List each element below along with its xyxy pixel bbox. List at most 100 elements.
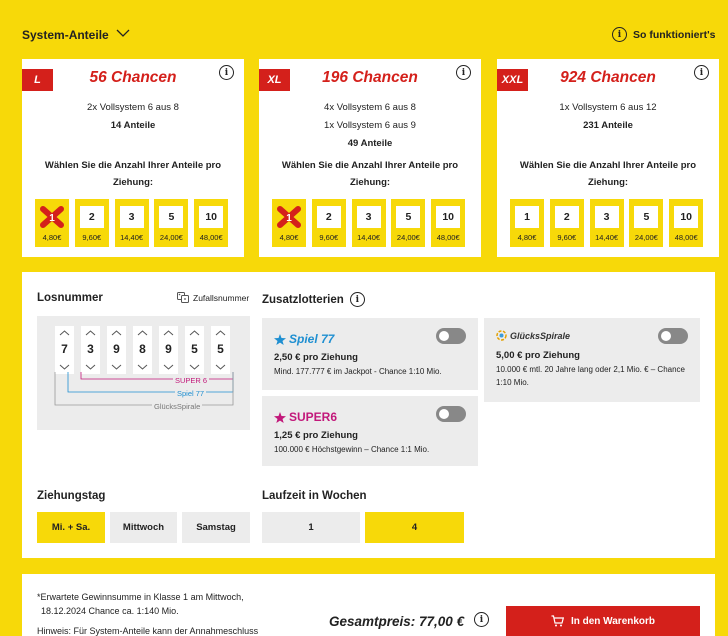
share-option-2[interactable]: 2 9,60€ xyxy=(311,199,346,247)
share-price: 9,60€ xyxy=(319,233,339,242)
share-option-5[interactable]: 5 24,00€ xyxy=(154,199,189,247)
selected-cross-icon: 1 xyxy=(277,206,301,228)
laufzeit-title: Laufzeit in Wochen xyxy=(262,490,367,502)
shares-total: 14 Anteile xyxy=(110,120,156,131)
share-option-10[interactable]: 10 48,00€ xyxy=(431,199,466,247)
share-count: 10 xyxy=(674,206,699,228)
info-icon: i xyxy=(612,27,627,42)
share-count: 3 xyxy=(594,206,619,228)
draw-day-saturday[interactable]: Samstag xyxy=(182,512,250,543)
system-card-l[interactable]: L 56 Chancen i 2x Vollsystem 6 aus 8 14 … xyxy=(22,59,244,257)
share-option-1[interactable]: 1 4,80€ xyxy=(272,199,306,247)
super6-price: 1,25 € pro Ziehung xyxy=(274,430,358,441)
share-price: 4,80€ xyxy=(279,233,299,242)
shares-total: 231 Anteile xyxy=(583,120,633,131)
dice-icon xyxy=(177,292,189,303)
random-number-button[interactable]: Zufallsnummer xyxy=(177,292,249,303)
system-card-xxl[interactable]: XXL 924 Chancen i 1x Vollsystem 6 aus 12… xyxy=(497,59,719,257)
hint-text: Hinweis: Für System-Anteile kann der Ann… xyxy=(37,626,259,636)
chevron-down-icon[interactable] xyxy=(116,29,130,37)
share-count: 5 xyxy=(396,206,421,228)
share-option-10[interactable]: 10 48,00€ xyxy=(669,199,704,247)
share-price: 24,00€ xyxy=(634,233,658,242)
gluecksspirale-price: 5,00 € pro Ziehung xyxy=(496,350,580,361)
gluecksspirale-toggle[interactable] xyxy=(658,328,688,344)
share-option-3[interactable]: 3 14,40€ xyxy=(351,199,386,247)
star-icon xyxy=(274,411,286,423)
draw-day-wednesday[interactable]: Mittwoch xyxy=(110,512,177,543)
lottery-gluecksspirale[interactable]: GlücksSpirale 5,00 € pro Ziehung 10.000 … xyxy=(484,318,700,402)
share-option-5[interactable]: 5 24,00€ xyxy=(629,199,664,247)
info-icon[interactable]: i xyxy=(349,292,365,307)
footnote-line: *Erwartete Gewinnsumme in Klasse 1 am Mi… xyxy=(37,592,244,602)
info-icon[interactable]: i xyxy=(219,65,234,80)
losnummer-box: 7 3 9 8 9 5 5 SUPER 6 Spiel 77 GlücksSpi… xyxy=(37,316,250,430)
share-option-1[interactable]: 1 4,80€ xyxy=(510,199,544,247)
share-count: 3 xyxy=(119,206,144,228)
spiel77-logo: Spiel 77 xyxy=(274,332,334,346)
share-options: 1 4,80€ 2 9,60€ 3 14,40€ 5 24,00€ 10 48,00€ xyxy=(272,199,471,247)
spiel77-name: Spiel 77 xyxy=(289,332,335,346)
footnote-line: 18.12.2024 Chance ca. 1:140 Mio. xyxy=(41,606,179,616)
info-icon[interactable]: i xyxy=(456,65,471,80)
lottery-spiel77[interactable]: Spiel 77 2,50 € pro Ziehung Mind. 177.77… xyxy=(262,318,478,390)
share-option-2[interactable]: 2 9,60€ xyxy=(549,199,584,247)
howto-label: So funktioniert's xyxy=(633,28,716,41)
share-price: 4,80€ xyxy=(517,233,537,242)
duration-4-weeks[interactable]: 4 xyxy=(365,512,464,543)
card-title: 56 Chancen xyxy=(89,69,177,86)
checkout-footer: *Erwartete Gewinnsumme in Klasse 1 am Mi… xyxy=(22,574,715,636)
share-option-1[interactable]: 1 4,80€ xyxy=(35,199,69,247)
share-option-5[interactable]: 5 24,00€ xyxy=(391,199,426,247)
share-count: 1 xyxy=(515,206,539,228)
share-options: 1 4,80€ 2 9,60€ 3 14,40€ 5 24,00€ 10 48,00€ xyxy=(35,199,234,247)
add-to-cart-button[interactable]: In den Warenkorb xyxy=(506,606,700,636)
spiral-icon xyxy=(496,330,507,341)
share-option-3[interactable]: 3 14,40€ xyxy=(589,199,624,247)
system-line: 1x Vollsystem 6 aus 9 xyxy=(324,120,416,131)
cart-icon xyxy=(551,615,564,627)
share-price: 14,40€ xyxy=(357,233,381,242)
info-icon[interactable]: i xyxy=(694,65,709,80)
info-icon[interactable]: i xyxy=(474,612,489,627)
share-price: 24,00€ xyxy=(159,233,183,242)
lottery-super6[interactable]: SUPER6 1,25 € pro Ziehung 100.000 € Höch… xyxy=(262,396,478,466)
share-option-2[interactable]: 2 9,60€ xyxy=(74,199,109,247)
total-price: Gesamtpreis: 77,00 € xyxy=(329,614,465,629)
share-price: 9,60€ xyxy=(557,233,577,242)
system-card-xl[interactable]: XL 196 Chancen i 4x Vollsystem 6 aus 8 1… xyxy=(259,59,481,257)
svg-text:1: 1 xyxy=(49,213,55,224)
card-title: 924 Chancen xyxy=(560,69,656,86)
spiel77-toggle[interactable] xyxy=(436,328,466,344)
share-option-3[interactable]: 3 14,40€ xyxy=(114,199,149,247)
card-description: 4x Vollsystem 6 aus 8 1x Vollsystem 6 au… xyxy=(259,99,481,153)
howto-link[interactable]: i So funktioniert's xyxy=(612,27,715,42)
draw-day-both[interactable]: Mi. + Sa. xyxy=(37,512,105,543)
shares-total: 49 Anteile xyxy=(347,138,393,149)
spiel77-bracket-label: Spiel 77 xyxy=(175,389,207,398)
share-price: 14,40€ xyxy=(120,233,144,242)
duration-1-week[interactable]: 1 xyxy=(262,512,360,543)
card-description: 2x Vollsystem 6 aus 8 14 Anteile xyxy=(22,99,244,135)
super6-toggle[interactable] xyxy=(436,406,466,422)
card-title: 196 Chancen xyxy=(322,69,418,86)
share-count: 10 xyxy=(199,206,224,228)
digit-brackets xyxy=(54,372,234,406)
super6-bracket-label: SUPER 6 xyxy=(173,376,210,385)
star-icon xyxy=(274,333,286,345)
cart-button-label: In den Warenkorb xyxy=(570,615,656,627)
share-count: 10 xyxy=(436,206,461,228)
gluecksspirale-name: GlücksSpirale xyxy=(510,330,571,341)
system-line: 4x Vollsystem 6 aus 8 xyxy=(324,102,416,113)
share-option-10[interactable]: 10 48,00€ xyxy=(194,199,229,247)
section-title: System-Anteile xyxy=(22,28,109,42)
losnummer-title: Losnummer xyxy=(37,292,103,304)
selected-cross-icon: 1 xyxy=(40,206,64,228)
share-price: 9,60€ xyxy=(82,233,102,242)
share-price: 48,00€ xyxy=(674,233,698,242)
share-count: 5 xyxy=(634,206,659,228)
random-number-label: Zufallsnummer xyxy=(193,292,250,303)
section-header: System-Anteile i So funktioniert's xyxy=(0,22,728,48)
shares-question: Wählen Sie die Anzahl Ihrer Anteile pro … xyxy=(519,160,697,188)
gluecksspirale-bracket-label: GlücksSpirale xyxy=(152,402,203,411)
